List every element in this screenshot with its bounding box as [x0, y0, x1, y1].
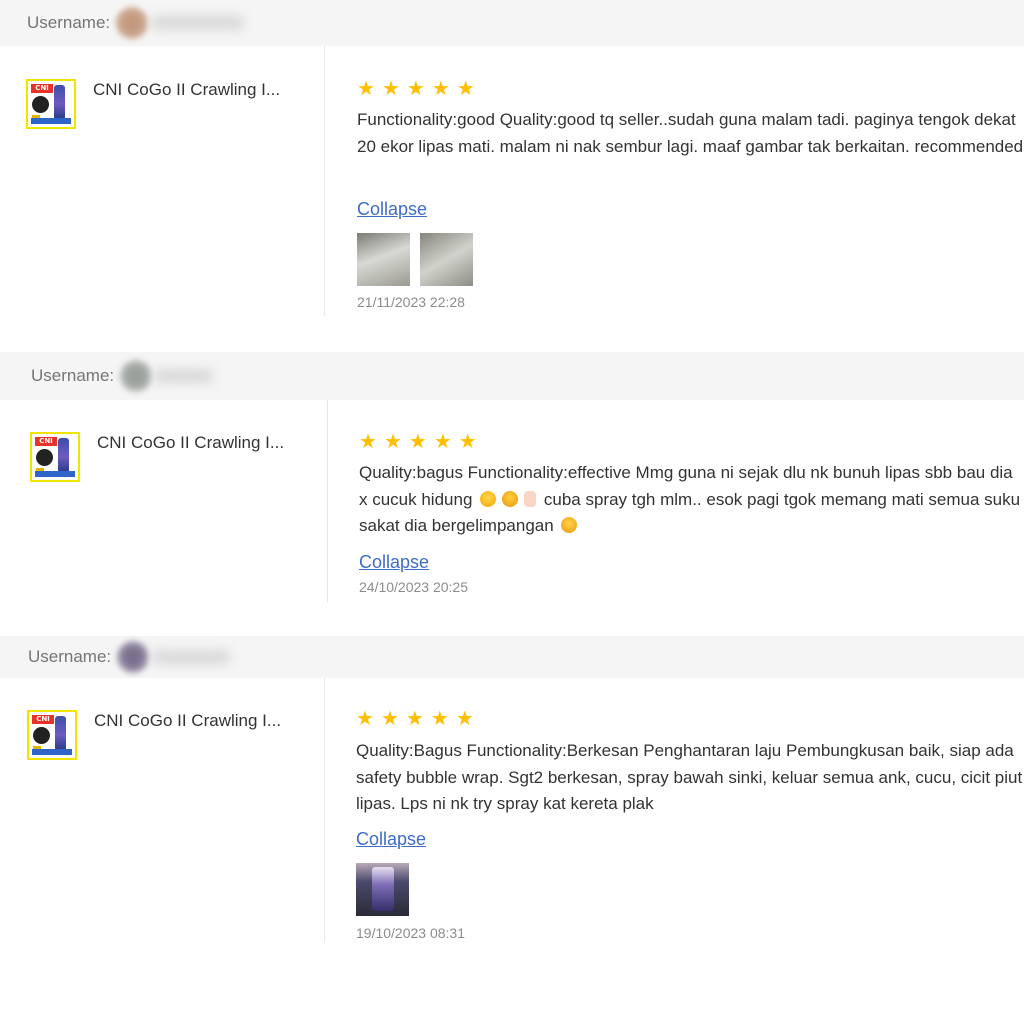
review-3-user-bar: Username:	[0, 636, 1024, 678]
product-logo: CNI	[35, 437, 57, 446]
product-badge-icon	[36, 449, 53, 466]
review-photo-3[interactable]	[356, 863, 409, 916]
spray-can-icon	[54, 85, 65, 119]
star-icon: ★	[359, 429, 377, 453]
user-avatar[interactable]	[120, 360, 153, 392]
review-2-user-bar: Username:	[0, 352, 1024, 400]
product-logo: CNI	[32, 715, 54, 724]
star-rating: ★ ★ ★ ★ ★	[357, 78, 475, 98]
review-text: Quality:Bagus Functionality:Berkesan Pen…	[356, 741, 1023, 813]
spray-can-icon	[58, 438, 69, 472]
username-label: Username:	[28, 647, 112, 666]
star-icon: ★	[383, 429, 402, 453]
grinning-face-icon	[502, 490, 519, 507]
column-divider	[324, 678, 325, 942]
star-icon: ★	[356, 706, 374, 730]
star-icon: ★	[456, 76, 475, 100]
column-divider	[327, 400, 328, 602]
product-strip	[31, 118, 71, 124]
review-1-user-bar: Username:	[0, 0, 1024, 46]
star-icon: ★	[381, 76, 400, 100]
product-logo: CNI	[31, 84, 53, 93]
star-icon: ★	[455, 706, 474, 730]
review-timestamp: 21/11/2023 22:28	[357, 294, 465, 310]
product-badge-icon	[33, 727, 50, 744]
star-icon: ★	[405, 706, 424, 730]
username-label: Username:	[27, 13, 111, 32]
username-label: Username:	[31, 366, 115, 385]
product-strip	[35, 471, 75, 477]
review-timestamp: 19/10/2023 08:31	[356, 925, 465, 941]
username-redacted	[151, 649, 232, 665]
review-text: Functionality:good Quality:good tq selle…	[357, 110, 1024, 156]
star-icon: ★	[431, 76, 450, 100]
star-icon: ★	[408, 429, 427, 453]
grimacing-face-icon	[561, 517, 578, 533]
star-rating: ★ ★ ★ ★ ★	[359, 431, 477, 451]
column-divider	[324, 46, 325, 316]
product-name-link[interactable]: CNI CoGo II Crawling I...	[93, 80, 280, 100]
username-redacted	[154, 368, 215, 384]
review-photo-1[interactable]	[357, 233, 410, 286]
collapse-link[interactable]: Collapse	[359, 552, 429, 573]
product-name-link[interactable]: CNI CoGo II Crawling I...	[94, 711, 281, 731]
product-thumbnail[interactable]: CNI	[26, 79, 76, 129]
review-photo-2[interactable]	[420, 233, 473, 286]
star-icon: ★	[357, 76, 375, 100]
user-avatar[interactable]	[117, 641, 150, 673]
star-icon: ★	[430, 706, 449, 730]
product-name-link[interactable]: CNI CoGo II Crawling I...	[97, 433, 284, 453]
spray-can-icon	[55, 716, 66, 750]
product-thumbnail[interactable]: CNI	[30, 432, 80, 482]
star-icon: ★	[458, 429, 477, 453]
collapse-link[interactable]: Collapse	[356, 829, 426, 850]
review-timestamp: 24/10/2023 20:25	[359, 579, 468, 595]
star-rating: ★ ★ ★ ★ ★	[356, 708, 474, 728]
star-icon: ★	[380, 706, 399, 730]
star-icon: ★	[433, 429, 452, 453]
review-text: Quality:bagus Functionality:effective Mm…	[359, 460, 1024, 540]
collapse-link[interactable]: Collapse	[357, 199, 427, 220]
product-badge-icon	[32, 96, 49, 113]
product-thumbnail[interactable]: CNI	[27, 710, 77, 760]
username-redacted	[150, 15, 246, 31]
thumbs-up-icon	[524, 490, 537, 507]
user-avatar[interactable]	[116, 7, 149, 39]
product-strip	[32, 749, 72, 755]
smiling-face-with-hearts-icon	[480, 490, 497, 507]
star-icon: ★	[406, 76, 425, 100]
